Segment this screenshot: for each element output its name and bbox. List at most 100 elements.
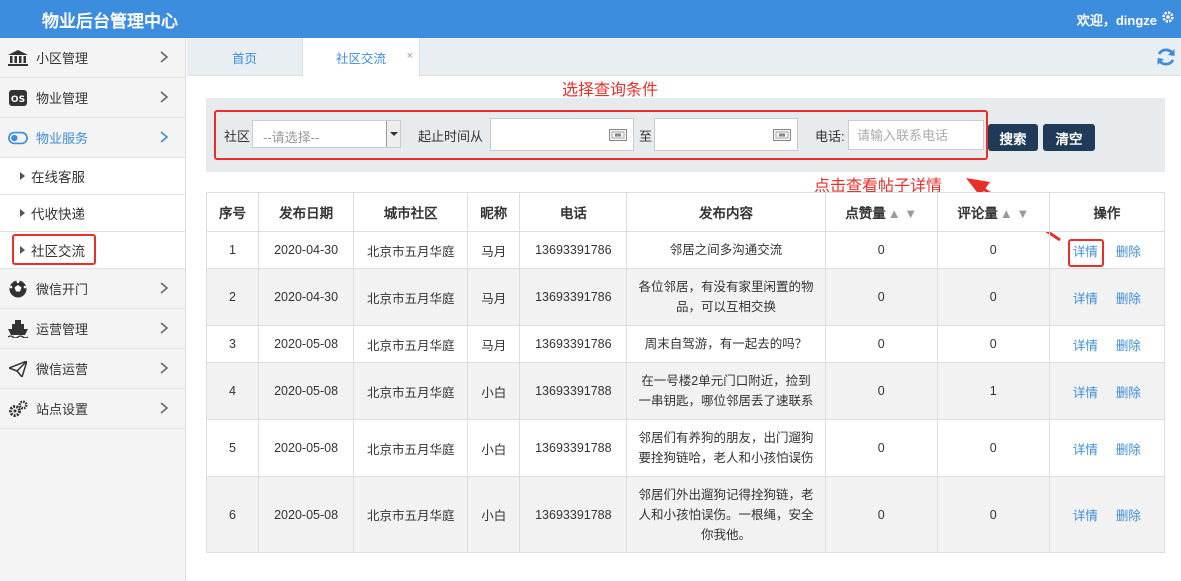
caret-right-icon — [20, 172, 25, 180]
app-title: 物业后台管理中心 — [42, 12, 178, 31]
column-header-comments[interactable]: 评论量 ▲ ▼ — [936, 192, 1050, 232]
cell-community: 北京市五月华庭 — [353, 419, 469, 477]
top-header: 物业后台管理中心 欢迎，dingze — [0, 0, 1181, 38]
cell-nick: 马月 — [467, 325, 521, 363]
table-header-row: 序号 发布日期 城市社区 昵称 电话 发布内容 点赞量 ▲ ▼ 评论量 ▲ ▼ 操作 — [205, 192, 1166, 232]
tab-home[interactable]: 首页 — [187, 38, 302, 76]
highlight-box — [1067, 238, 1104, 267]
paper-plane-icon — [8, 360, 28, 378]
table-body: 1 2020-04-30 北京市五月华庭 马月 13693391786 邻居之间多沟通交流… — [205, 231, 1166, 553]
sidebar-item-label: 微信运营 — [36, 362, 89, 377]
delete-link[interactable]: 删除 — [1116, 386, 1141, 400]
sidebar-item-wechat-door[interactable]: 微信开门 — [0, 269, 185, 309]
column-header-label: 点赞量 — [845, 206, 886, 221]
phone-input[interactable] — [848, 120, 984, 150]
cell-community: 北京市五月华庭 — [353, 231, 469, 269]
column-header: 操作 — [1048, 192, 1166, 232]
cell-comments: 0 — [936, 325, 1050, 363]
detail-link[interactable]: 详情 — [1073, 443, 1098, 457]
delete-link[interactable]: 删除 — [1116, 339, 1141, 353]
cell-no: 5 — [205, 419, 260, 477]
cell-no: 3 — [205, 325, 260, 363]
delete-link[interactable]: 删除 — [1116, 443, 1141, 457]
detail-link[interactable]: 详情 — [1073, 292, 1098, 306]
cell-likes: 0 — [824, 325, 938, 363]
annotation-search: 选择查询条件 — [562, 82, 659, 99]
delete-link[interactable]: 删除 — [1116, 245, 1141, 259]
cell-no: 6 — [205, 476, 260, 553]
cell-nick: 小白 — [467, 476, 521, 553]
sidebar-item-property[interactable]: OS 物业管理 — [0, 78, 185, 118]
svg-text:OS: OS — [11, 95, 25, 105]
sidebar-item-site-settings[interactable]: 站点设置 — [0, 389, 185, 429]
cell-likes: 0 — [824, 419, 938, 477]
cell-content: 邻居之间多沟通交流 — [626, 231, 826, 269]
tab-bar: 首页 社区交流 × — [187, 38, 1181, 77]
search-button[interactable]: 搜索 — [988, 124, 1038, 151]
column-header-likes[interactable]: 点赞量 ▲ ▼ — [824, 192, 938, 232]
detail-link[interactable]: 详情 — [1067, 238, 1104, 267]
cell-actions: 详情 删除 — [1048, 231, 1166, 269]
sidebar-subitem-express[interactable]: 代收快递 — [0, 195, 185, 232]
detail-link[interactable]: 详情 — [1073, 339, 1098, 353]
column-header: 发布日期 — [258, 192, 355, 232]
cell-nick: 马月 — [467, 268, 521, 326]
sort-icon[interactable]: ▲ ▼ — [1000, 206, 1029, 221]
sidebar-item-label: 小区管理 — [36, 51, 89, 66]
sidebar-item-service[interactable]: 物业服务 — [0, 118, 185, 158]
cell-actions: 详情 删除 — [1048, 362, 1166, 420]
chevron-right-icon — [160, 402, 169, 414]
tab-label: 社区交流 — [335, 52, 386, 66]
cell-comments: 0 — [936, 231, 1050, 269]
table-row: 5 2020-05-08 北京市五月华庭 小白 13693391788 邻居们有养狗的朋友… — [205, 419, 1166, 477]
cell-date: 2020-05-08 — [258, 419, 355, 477]
sort-icon[interactable]: ▲ ▼ — [888, 206, 917, 221]
cell-nick: 小白 — [467, 419, 521, 477]
sidebar-subitem-online-service[interactable]: 在线客服 — [0, 158, 185, 195]
chevron-right-icon — [160, 51, 169, 63]
search-panel: 社区 --请选择-- 起止时间从 至 电话: 搜索 清空 — [206, 98, 1165, 172]
cell-community: 北京市五月华庭 — [353, 476, 469, 553]
sidebar-item-label: 站点设置 — [36, 402, 89, 417]
refresh-icon[interactable] — [1155, 46, 1177, 68]
cell-date: 2020-05-08 — [258, 476, 355, 553]
cell-phone: 13693391786 — [519, 231, 628, 269]
table-row: 3 2020-05-08 北京市五月华庭 马月 13693391786 周末自驾游，有一起… — [205, 325, 1166, 363]
close-icon[interactable]: × — [407, 50, 413, 62]
cell-no: 2 — [205, 268, 260, 326]
phone-label: 电话: — [815, 129, 845, 144]
welcome-text: 欢迎，dingze — [1076, 13, 1157, 28]
cell-date: 2020-05-08 — [258, 325, 355, 363]
column-header: 电话 — [519, 192, 628, 232]
column-header: 昵称 — [467, 192, 521, 232]
sidebar-item-wechat-operation[interactable]: 微信运营 — [0, 349, 185, 389]
column-header: 发布内容 — [626, 192, 826, 232]
sidebar-item-operation[interactable]: 运营管理 — [0, 309, 185, 349]
cell-phone: 13693391788 — [519, 476, 628, 553]
table-row: 4 2020-05-08 北京市五月华庭 小白 13693391788 在一号楼2单元门口… — [205, 362, 1166, 420]
delete-link[interactable]: 删除 — [1116, 292, 1141, 306]
cell-content: 周末自驾游，有一起去的吗？ — [626, 325, 826, 363]
cell-content: 在一号楼2单元门口附近，捡到一串钥匙，哪位邻居丢了速联系 — [626, 362, 826, 420]
sidebar-item-community[interactable]: 小区管理 — [0, 38, 185, 78]
cell-phone: 13693391788 — [519, 362, 628, 420]
cell-likes: 0 — [824, 476, 938, 553]
chevron-right-icon — [160, 131, 169, 143]
gear-icon[interactable] — [1161, 10, 1175, 24]
column-header: 序号 — [205, 192, 260, 232]
table-row: 2 2020-04-30 北京市五月华庭 马月 13693391786 各位邻居，有没有家… — [205, 268, 1166, 326]
clear-button[interactable]: 清空 — [1043, 124, 1095, 151]
tab-community-exchange[interactable]: 社区交流 × — [302, 38, 420, 77]
cell-actions: 详情 删除 — [1048, 476, 1166, 553]
highlight-box — [12, 234, 96, 265]
detail-link[interactable]: 详情 — [1073, 509, 1098, 523]
sidebar-subitem-community-exchange[interactable]: 社区交流 — [0, 232, 185, 269]
delete-link[interactable]: 删除 — [1116, 509, 1141, 523]
cell-comments: 0 — [936, 268, 1050, 326]
detail-link[interactable]: 详情 — [1073, 386, 1098, 400]
cell-likes: 0 — [824, 231, 938, 269]
cell-phone: 13693391786 — [519, 325, 628, 363]
bank-icon — [8, 49, 28, 67]
sidebar-subitem-label: 代收快递 — [31, 207, 85, 222]
tab-label: 首页 — [231, 51, 257, 66]
